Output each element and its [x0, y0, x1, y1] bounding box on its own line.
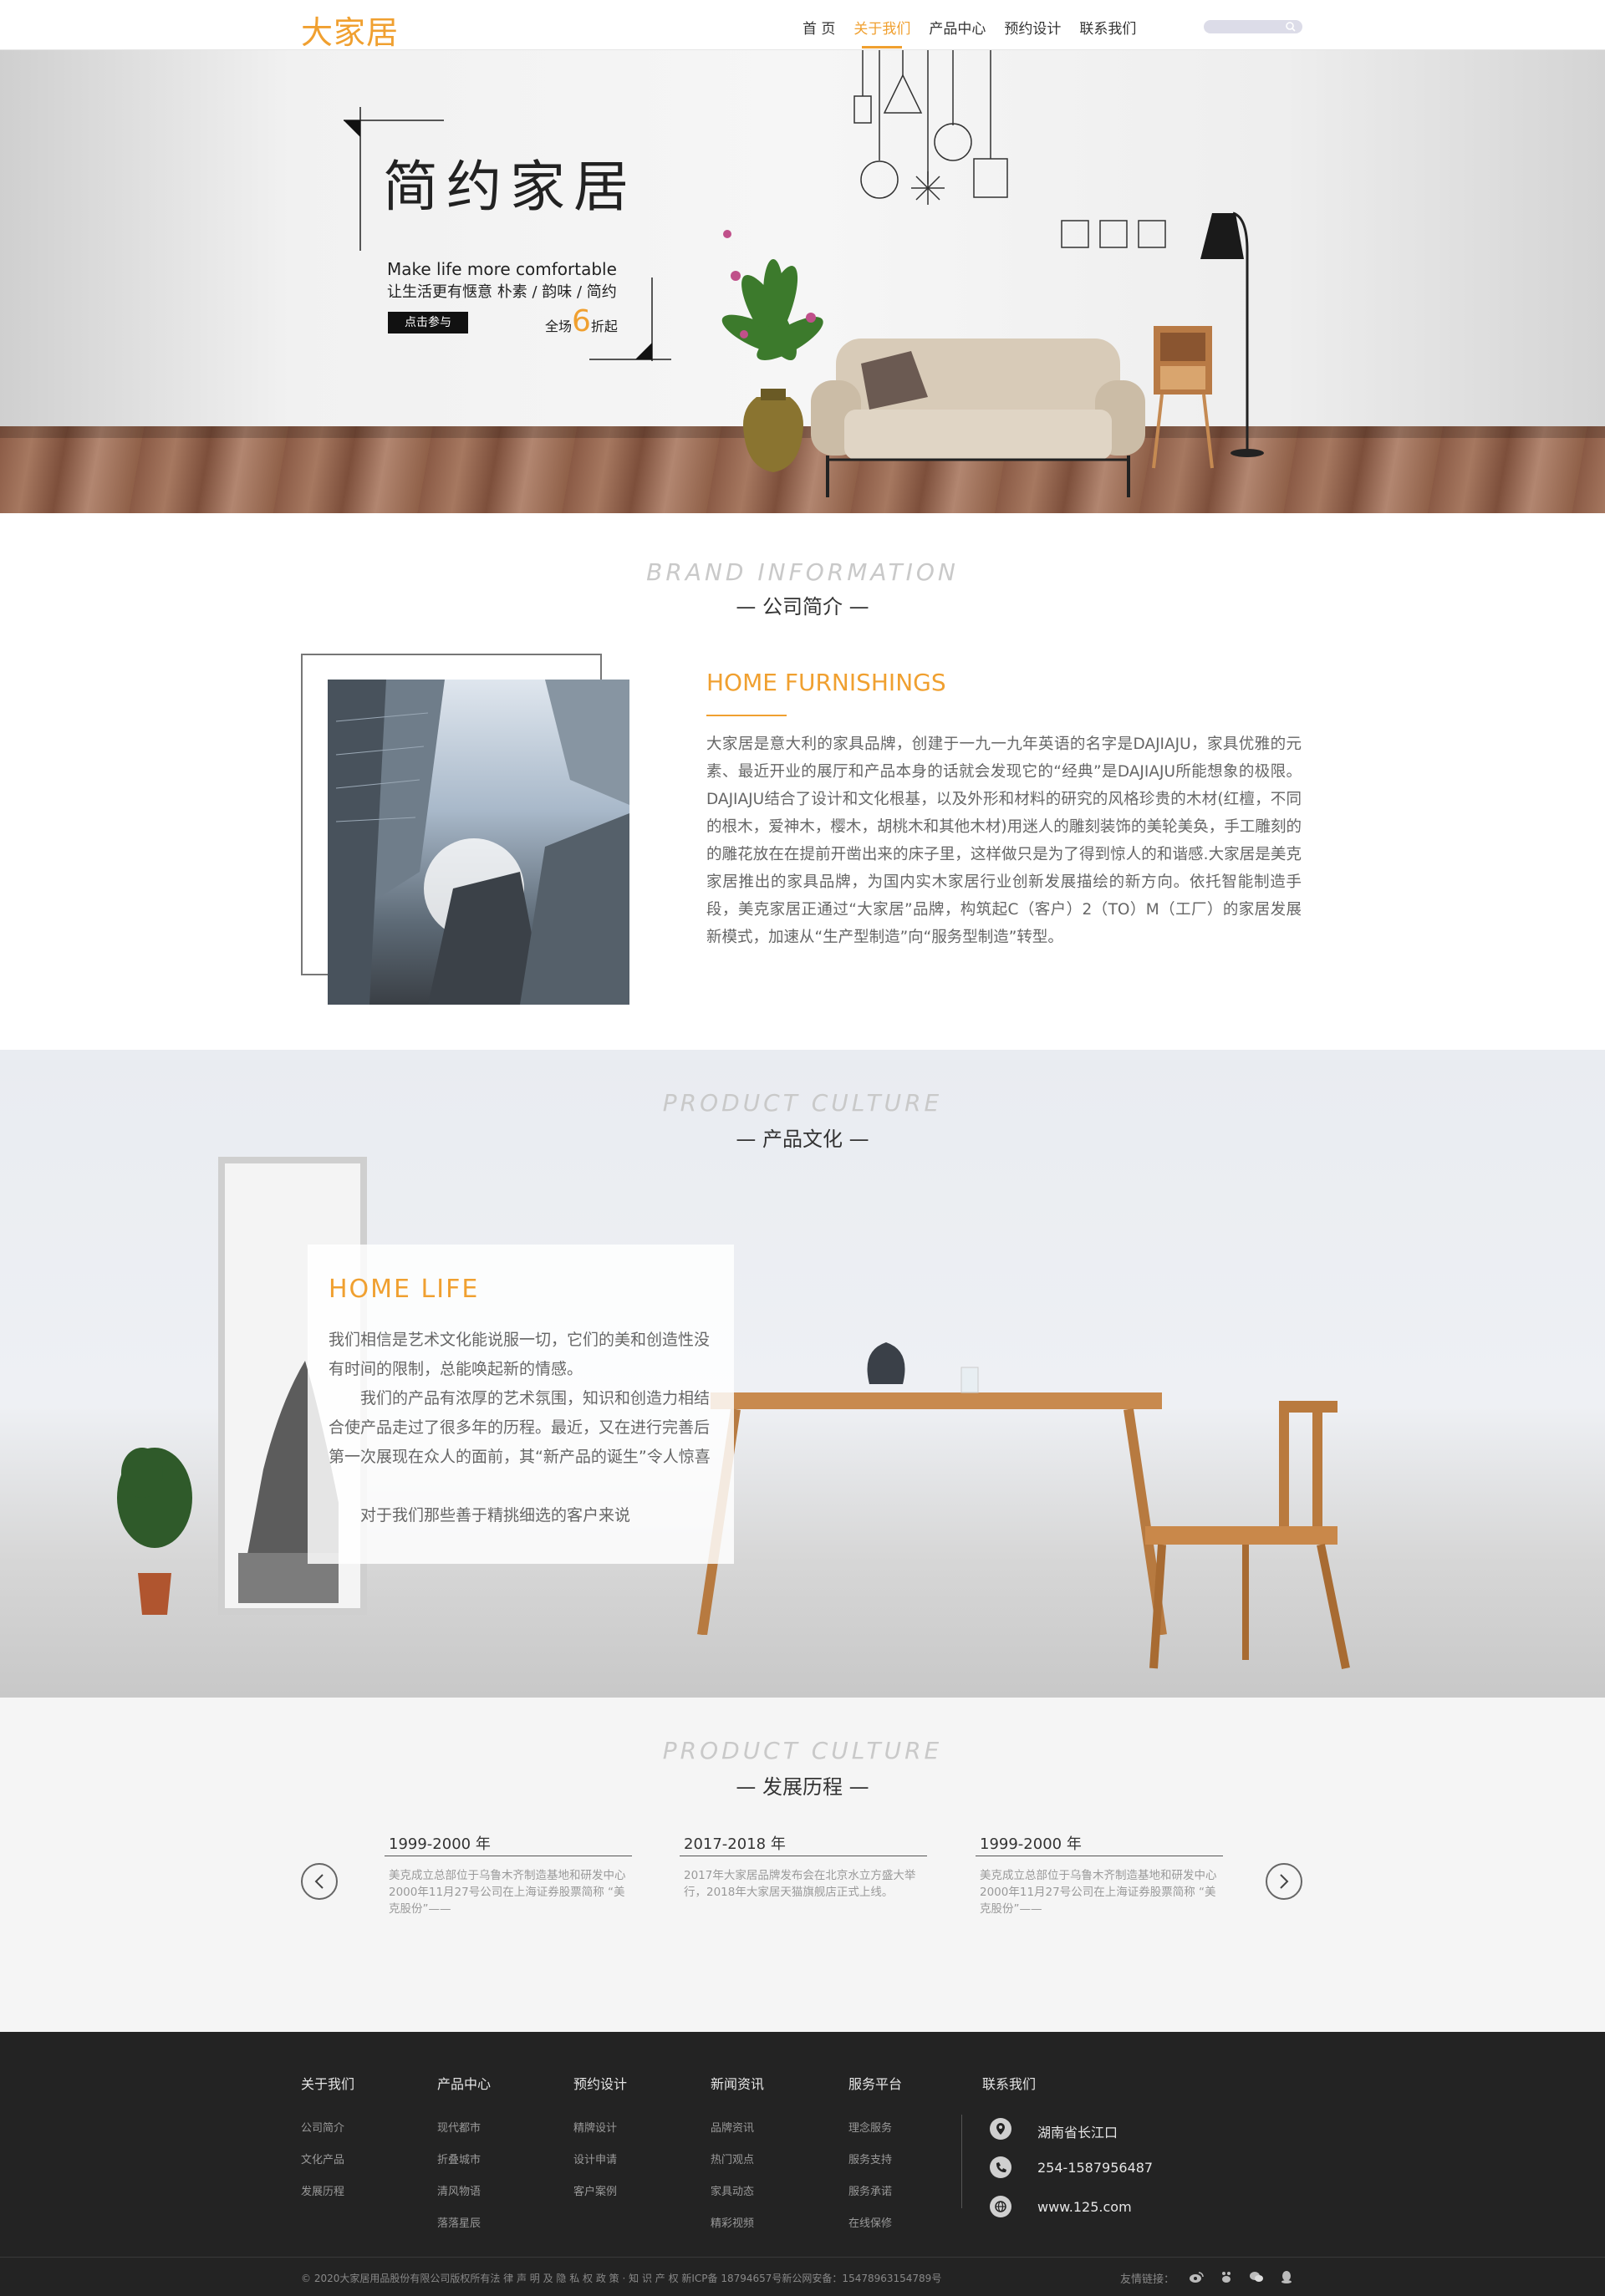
phone-icon: [990, 2156, 1011, 2178]
brand-section-title: — 公司简介 —: [736, 595, 869, 619]
footer-link[interactable]: 在线保修: [848, 2214, 892, 2230]
footer-col-about[interactable]: 关于我们: [301, 2073, 354, 2093]
hero-banner: 简约家居 Make life more comfortable 让生活更有惬意 …: [0, 50, 1605, 513]
nav-about[interactable]: 关于我们: [853, 17, 910, 48]
history-text-3: 美克成立总部位于乌鲁木齐制造基地和研发中心 2000年11月27号公司在上海证券…: [980, 1869, 1217, 1916]
brand-heading: HOME FURNISHINGS: [706, 669, 946, 696]
brand-description: 大家居是意大利的家具品牌，创建于一九一九年英语的名字是DAJIAJU，家具优雅的…: [706, 736, 1302, 946]
footer-link[interactable]: 热门观点: [711, 2151, 754, 2166]
footer-link[interactable]: 精牌设计: [573, 2119, 617, 2135]
footer-link[interactable]: 服务支持: [848, 2151, 892, 2166]
footer-link[interactable]: 服务承诺: [848, 2182, 892, 2198]
pendant-lamps: [853, 50, 1008, 205]
history-year-2: 2017-2018 年: [684, 1835, 786, 1853]
plant-vase: [721, 230, 823, 472]
brand-underline: [706, 715, 787, 716]
hero-subtitle-cn: 让生活更有惬意 朴素 / 韵味 / 简约: [387, 283, 617, 301]
history-year-1: 1999-2000 年: [389, 1835, 491, 1853]
prev-button[interactable]: [301, 1863, 338, 1900]
site-header: 大家居 首 页 关于我们 产品中心 预约设计 联系我们: [0, 0, 1605, 53]
history-section-title: — 发展历程 —: [736, 1775, 869, 1799]
wooden-chair: [1145, 1401, 1350, 1669]
logo[interactable]: 大家居: [301, 7, 399, 53]
footer-divider: [961, 2115, 962, 2208]
footer-link[interactable]: 设计申请: [573, 2151, 617, 2166]
location-icon: [990, 2118, 1011, 2140]
contact-website[interactable]: www.125.com: [1037, 2199, 1132, 2215]
footer-link[interactable]: 家具动态: [711, 2182, 754, 2198]
join-button[interactable]: 点击参与: [388, 312, 468, 333]
history-text-2: 2017年大家居品牌发布会在北京水立方盛大举行，2018年大家居天猫旗舰店正式上…: [684, 1869, 916, 1899]
footer-col-products[interactable]: 产品中心: [437, 2073, 491, 2093]
hero-subtitle-en: Make life more comfortable: [387, 259, 617, 279]
copyright-text: © 2020大家居用品股份有限公司版权所有法 律 声 明 及 隐 私 权 政 策…: [301, 2273, 942, 2284]
culture-paragraph-2: 我们的产品有浓厚的艺术氛围，知识和创造力相结合使产品走过了很多年的历程。最近，又…: [329, 1389, 711, 1466]
discount-suffix: 折起: [590, 318, 618, 334]
chevron-right-icon: [1280, 1874, 1289, 1889]
contact-address: 湖南省长江口: [1037, 2125, 1118, 2141]
history-text-1: 美克成立总部位于乌鲁木齐制造基地和研发中心 2000年11月27号公司在上海证券…: [389, 1869, 626, 1916]
footer-link[interactable]: 现代都市: [437, 2119, 481, 2135]
main-nav: 首 页 关于我们 产品中心 预约设计 联系我们: [802, 17, 1154, 48]
footer-link[interactable]: 文化产品: [301, 2151, 344, 2166]
friend-links-label: 友情链接：: [1120, 2273, 1175, 2286]
footer-link[interactable]: 清风物语: [437, 2182, 481, 2198]
nav-design[interactable]: 预约设计: [1004, 17, 1061, 48]
weibo-icon[interactable]: [1189, 2270, 1204, 2283]
history-section-en: PRODUCT CULTURE: [662, 1737, 943, 1764]
nav-home[interactable]: 首 页: [802, 17, 835, 48]
culture-section-en: PRODUCT CULTURE: [662, 1089, 943, 1117]
building-illustration: [328, 680, 629, 1005]
nav-contact[interactable]: 联系我们: [1079, 17, 1136, 48]
wall-frames: [1061, 220, 1166, 248]
chevron-left-icon: [314, 1874, 324, 1889]
culture-heading: HOME LIFE: [329, 1275, 480, 1304]
footer-link[interactable]: 客户案例: [573, 2182, 617, 2198]
potted-plant: [117, 1448, 192, 1615]
hero-discount: 全场6折起: [545, 304, 618, 339]
footer-link[interactable]: 公司简介: [301, 2119, 344, 2135]
footer-bottom-divider: [0, 2257, 1605, 2258]
footer-link[interactable]: 发展历程: [301, 2182, 344, 2198]
next-button[interactable]: [1266, 1863, 1302, 1900]
discount-prefix: 全场: [545, 318, 573, 334]
side-table: [1152, 326, 1214, 469]
contact-phone: 254-1587956487: [1037, 2160, 1154, 2176]
history-year-3: 1999-2000 年: [980, 1835, 1082, 1853]
footer-col-news[interactable]: 新闻资讯: [711, 2073, 764, 2093]
brand-section-en: BRAND INFORMATION: [646, 558, 959, 586]
footer-col-contact[interactable]: 联系我们: [982, 2073, 1036, 2093]
sofa: [811, 339, 1145, 497]
nav-products[interactable]: 产品中心: [929, 17, 986, 48]
search-icon[interactable]: [1284, 20, 1297, 33]
footer-link[interactable]: 折叠城市: [437, 2151, 481, 2166]
building-image: [328, 680, 629, 1005]
globe-icon: [990, 2196, 1011, 2217]
hero-title: 简约家居: [383, 155, 637, 219]
culture-section-title: — 产品文化 —: [736, 1128, 869, 1151]
footer-link[interactable]: 理念服务: [848, 2119, 892, 2135]
footer-link[interactable]: 落落星辰: [437, 2214, 481, 2230]
culture-paragraph-3: 对于我们那些善于精挑细选的客户来说: [360, 1506, 631, 1525]
discount-number: 6: [572, 304, 591, 339]
footer-link[interactable]: 精彩视频: [711, 2214, 754, 2230]
footer-link[interactable]: 品牌资讯: [711, 2119, 754, 2135]
footer-col-design[interactable]: 预约设计: [573, 2073, 627, 2093]
wechat-icon[interactable]: [1249, 2270, 1264, 2283]
footer-col-service[interactable]: 服务平台: [848, 2073, 902, 2093]
culture-paragraph-1: 我们相信是艺术文化能说服一切，它们的美和创造性没有时间的限制，总能唤起新的情感。: [329, 1331, 711, 1378]
qq-icon[interactable]: [1279, 2270, 1294, 2283]
tieba-icon[interactable]: [1219, 2270, 1234, 2283]
